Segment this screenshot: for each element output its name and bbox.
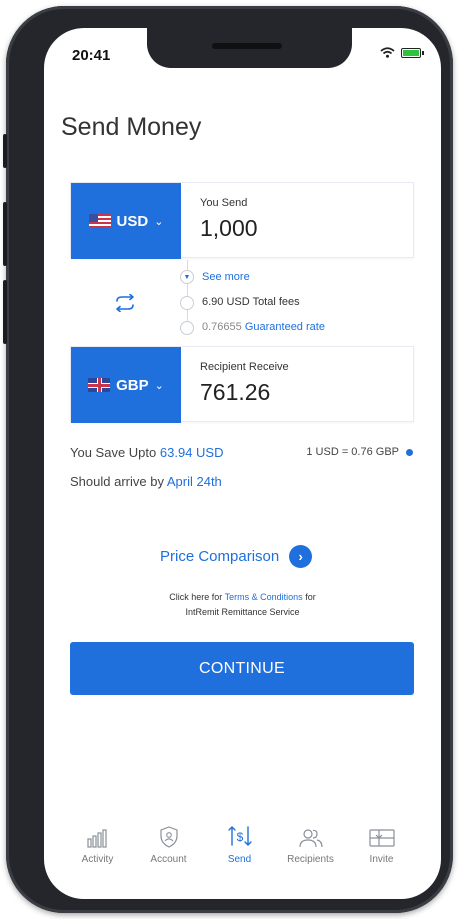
wifi-icon: [380, 47, 395, 58]
rate-label: Guaranteed rate: [244, 321, 325, 333]
send-amount-input[interactable]: 1,000: [200, 215, 258, 242]
send-transfer-icon: $: [227, 826, 252, 846]
price-comparison-label: Price Comparison: [160, 548, 280, 565]
tab-activity[interactable]: Activity: [62, 824, 133, 874]
activity-chart-icon: [86, 829, 107, 848]
see-more-link[interactable]: See more: [202, 271, 250, 283]
account-shield-icon: [159, 826, 178, 848]
exchange-rate: 1 USD = 0.76 GBP: [306, 446, 413, 458]
savings-label: You Save Upto: [70, 445, 157, 460]
volume-down-button: [3, 280, 7, 344]
volume-up-button: [3, 202, 7, 266]
exchange-rate-text: 1 USD = 0.76 GBP: [306, 446, 399, 458]
invite-gift-icon: [368, 829, 395, 847]
savings-amount: 63.94 USD: [159, 445, 224, 460]
fees-value: 6.90 USD: [202, 296, 250, 308]
phone-frame: 20:41 Send Money USD ⌄ You Send 1,000 ▼ …: [3, 6, 453, 913]
app-screen: 20:41 Send Money USD ⌄ You Send 1,000 ▼ …: [44, 28, 441, 899]
arrival-line: Should arrive by April 24th: [70, 474, 222, 489]
notch: [147, 28, 352, 68]
status-icons: [380, 47, 424, 58]
live-rate-dot: [406, 448, 413, 456]
arrival-label: Should arrive by: [70, 474, 164, 489]
bottom-tab-bar: Activity Account $ Send Recipients Invit…: [44, 824, 441, 874]
arrival-date: April 24th: [166, 474, 222, 489]
silent-switch: [3, 134, 7, 168]
swap-currency-icon[interactable]: [113, 294, 137, 312]
receive-amount-card: GBP ⌄ Recipient Receive 761.26: [70, 346, 414, 423]
send-label: You Send: [200, 197, 248, 209]
battery-icon: [401, 47, 424, 58]
svg-text:$: $: [236, 830, 243, 844]
terms-link[interactable]: Terms & Conditions: [225, 592, 303, 602]
send-currency-code: USD: [116, 212, 149, 230]
tab-account[interactable]: Account: [133, 824, 204, 874]
fees-dot: [180, 296, 194, 310]
send-amount-card: USD ⌄ You Send 1,000: [70, 182, 414, 259]
chevron-down-icon: ⌄: [154, 379, 164, 392]
send-currency-selector[interactable]: USD ⌄: [71, 183, 181, 259]
rate-dot: [180, 321, 194, 335]
continue-button[interactable]: CONTINUE: [70, 642, 414, 695]
savings-line: You Save Upto 63.94 USD: [70, 445, 223, 460]
see-more-dot: ▼: [180, 270, 194, 284]
total-fees: 6.90 USD Total fees: [202, 296, 300, 308]
tab-send[interactable]: $ Send: [204, 824, 275, 874]
chevron-right-icon: ›: [289, 545, 313, 568]
recipients-icon: [298, 829, 323, 848]
us-flag-icon: [88, 214, 111, 228]
tab-invite[interactable]: Invite: [346, 824, 417, 874]
status-time: 20:41: [72, 47, 111, 64]
price-comparison-link[interactable]: Price Comparison ›: [160, 545, 313, 568]
tab-recipients[interactable]: Recipients: [275, 824, 346, 874]
speaker: [212, 43, 282, 49]
receive-currency-selector[interactable]: GBP ⌄: [71, 347, 181, 423]
caret-down-icon: ▼: [183, 273, 191, 281]
guaranteed-rate: 0.76655 Guaranteed rate: [202, 321, 325, 333]
rate-value: 0.76655: [202, 321, 242, 333]
terms-service: IntRemit Remittance Service: [185, 607, 300, 617]
receive-amount[interactable]: 761.26: [200, 379, 270, 406]
receive-currency-code: GBP: [116, 376, 149, 394]
fees-label: Total fees: [252, 296, 300, 308]
chevron-down-icon: ⌄: [154, 215, 164, 228]
uk-flag-icon: [88, 378, 111, 392]
receive-label: Recipient Receive: [200, 361, 289, 373]
page-title: Send Money: [61, 113, 202, 141]
terms-text: Click here for Terms & Conditions for In…: [169, 592, 316, 617]
